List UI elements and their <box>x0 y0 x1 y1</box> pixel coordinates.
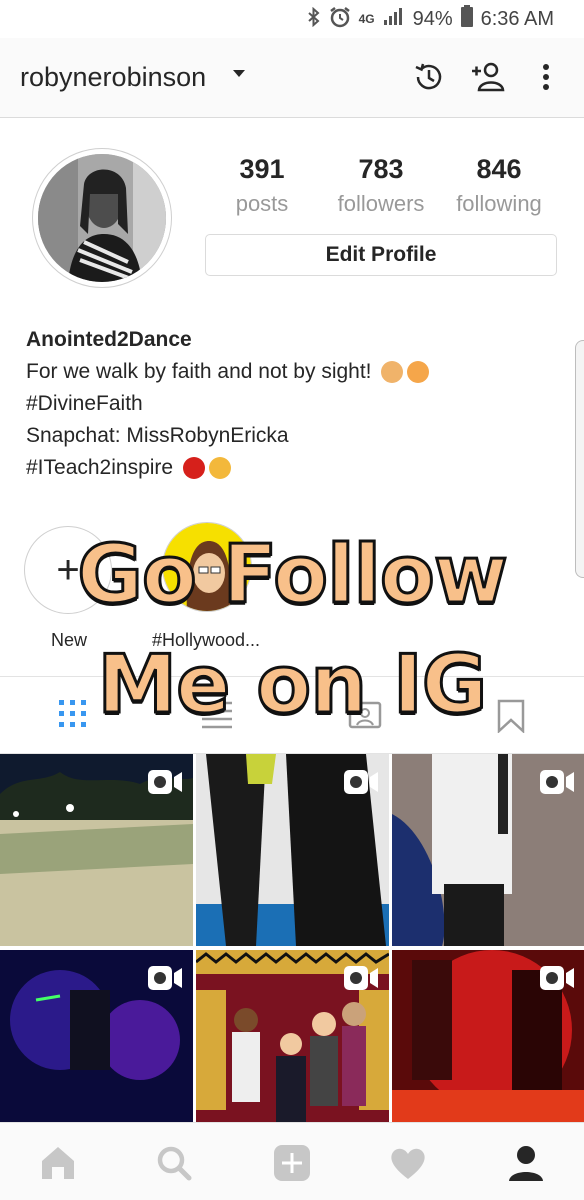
history-icon[interactable] <box>412 60 446 94</box>
posts-count[interactable]: 391 posts <box>222 154 302 217</box>
bio-line: For we walk by faith and not by sight! <box>26 356 430 388</box>
plus-icon: + <box>56 547 80 592</box>
grid-icon[interactable] <box>58 699 92 733</box>
video-icon <box>344 966 378 990</box>
bluetooth-icon <box>307 6 321 32</box>
username-switcher[interactable]: robynerobinson <box>20 62 206 93</box>
profile-tabs <box>0 676 584 754</box>
post-thumbnail[interactable] <box>196 754 389 946</box>
add-person-icon[interactable] <box>470 60 505 94</box>
posts-label: posts <box>235 191 289 216</box>
bio-text: For we walk by faith and not by sight! <box>26 360 372 383</box>
scrollbar[interactable] <box>575 340 584 578</box>
avatar[interactable] <box>38 154 166 282</box>
apple-emoji-icon <box>182 457 205 480</box>
nerd-emoji-icon <box>208 457 231 480</box>
alarm-icon <box>329 6 351 33</box>
list-icon[interactable] <box>200 699 234 733</box>
home-icon[interactable] <box>38 1143 78 1183</box>
saved-icon[interactable] <box>496 699 530 734</box>
battery-icon <box>460 5 473 33</box>
post-thumbnail[interactable] <box>392 950 584 1142</box>
activity-heart-icon[interactable] <box>388 1143 428 1183</box>
followers-value: 783 <box>358 154 404 184</box>
profile-header: robynerobinson <box>0 38 584 118</box>
display-name: Anointed2Dance <box>26 328 192 351</box>
highlight-label: New <box>50 630 87 650</box>
following-value: 846 <box>476 154 522 184</box>
followers-label: followers <box>337 191 425 216</box>
highlight-hollywood[interactable] <box>162 522 252 612</box>
profile-icon[interactable] <box>506 1143 546 1183</box>
video-icon <box>540 770 574 794</box>
video-icon <box>148 966 182 990</box>
bio-line: Snapchat: MissRobynEricka <box>26 424 289 447</box>
followers-count[interactable]: 783 followers <box>326 154 436 217</box>
bio-line: #ITeach2inspire <box>26 452 429 484</box>
video-icon <box>344 770 378 794</box>
tagged-icon[interactable] <box>348 699 382 733</box>
search-icon[interactable] <box>154 1143 194 1183</box>
add-post-icon[interactable] <box>272 1143 312 1183</box>
bio: Anointed2Dance For we walk by faith and … <box>26 324 430 484</box>
status-bar: 4G 94% 6:36 AM <box>0 0 584 38</box>
battery-percent: 94% <box>412 7 453 30</box>
hashtag-link[interactable]: #ITeach2inspire <box>26 456 173 479</box>
post-thumbnail[interactable] <box>0 754 193 946</box>
post-thumbnail[interactable] <box>392 754 584 946</box>
following-count[interactable]: 846 following <box>446 154 552 217</box>
emoji-icon <box>381 361 404 384</box>
highlight-label: #Hollywood... <box>151 630 261 650</box>
bottom-nav <box>0 1122 584 1200</box>
video-icon <box>540 966 574 990</box>
post-thumbnail[interactable] <box>196 950 389 1142</box>
posts-value: 391 <box>239 154 285 184</box>
hashtag-link[interactable]: #DivineFaith <box>26 388 429 420</box>
emoji-icon <box>407 361 430 384</box>
signal-icon <box>383 6 405 32</box>
edit-profile-button[interactable]: Edit Profile <box>205 234 557 276</box>
network-type: 4G <box>358 12 375 26</box>
new-highlight-button[interactable]: + <box>24 526 112 614</box>
more-vertical-icon[interactable] <box>536 60 556 94</box>
post-thumbnail[interactable] <box>0 950 193 1142</box>
clock: 6:36 AM <box>480 7 554 30</box>
posts-grid <box>0 754 584 1124</box>
following-label: following <box>456 191 542 216</box>
video-icon <box>148 770 182 794</box>
chevron-down-icon[interactable] <box>233 70 245 77</box>
